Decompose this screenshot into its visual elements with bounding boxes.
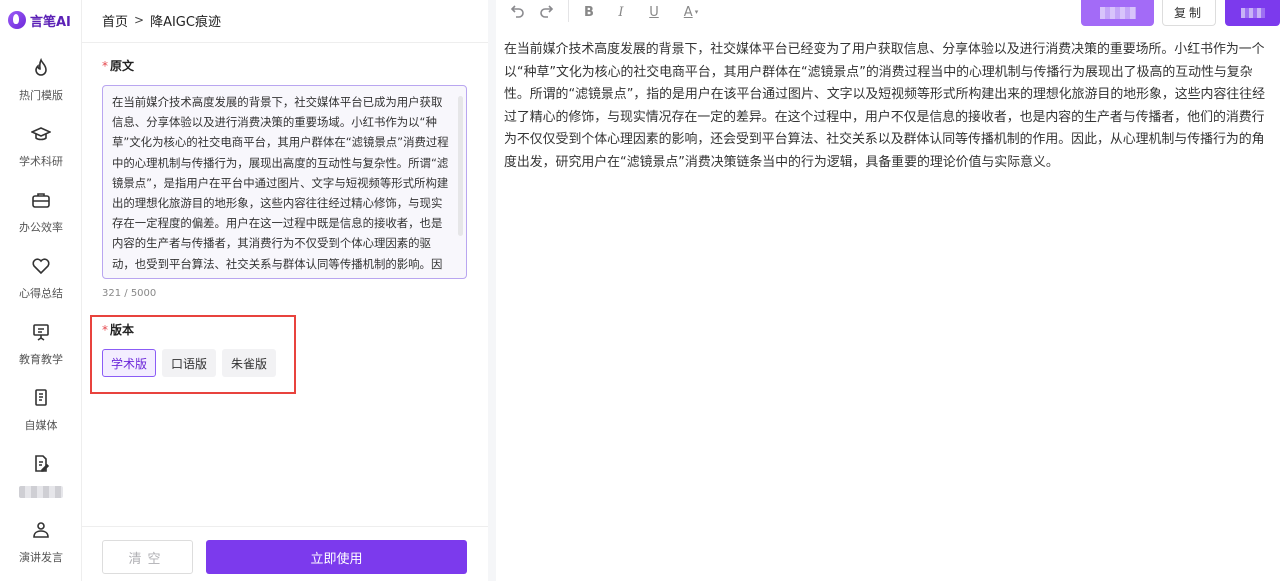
brand-logo-icon — [8, 11, 26, 29]
version-colloquial-button[interactable]: 口语版 — [162, 349, 217, 377]
divider — [82, 42, 488, 43]
underline-button[interactable]: U — [647, 2, 661, 22]
sidebar-item-speech[interactable]: 演讲发言 — [0, 520, 82, 578]
caret-down-icon: ▾ — [694, 8, 699, 16]
version-zhuque-button[interactable]: 朱雀版 — [222, 349, 277, 377]
sidebar: 言笔AI 热门模版 学术科研 办公效率 心得总结 教育教学 自媒体 演讲发言 — [0, 0, 82, 581]
source-text: 在当前媒介技术高度发展的背景下，社交媒体平台已成为用户获取信息、分享体验以及进行… — [112, 95, 449, 278]
speaker-icon — [33, 522, 49, 538]
sidebar-item-label-blurred — [19, 486, 63, 498]
sidebar-item-label: 演讲发言 — [19, 551, 63, 564]
blurred-action-button[interactable] — [1081, 0, 1154, 26]
breadcrumb-current: 降AIGC痕迹 — [150, 14, 221, 30]
sidebar-item-hot-templates[interactable]: 热门模版 — [0, 58, 82, 116]
sidebar-item-label: 学术科研 — [19, 155, 63, 168]
pen-document-icon — [35, 455, 50, 472]
flame-icon — [35, 58, 47, 76]
undo-button[interactable] — [508, 2, 526, 22]
sidebar-item-hidden[interactable] — [0, 454, 82, 512]
presentation-icon — [33, 324, 49, 341]
redo-icon — [540, 5, 554, 18]
sidebar-item-office[interactable]: 办公效率 — [0, 190, 82, 248]
blurred-primary-button[interactable] — [1225, 0, 1280, 26]
required-marker: * — [102, 58, 108, 73]
source-label-text: 原文 — [110, 59, 135, 73]
breadcrumb: 首页 > 降AIGC痕迹 — [102, 10, 221, 30]
editor-output-text[interactable]: 在当前媒介技术高度发展的背景下，社交媒体平台已经变为了用户获取信息、分享体验以及… — [504, 39, 1276, 175]
bold-button[interactable]: B — [582, 2, 596, 22]
copy-button[interactable]: 复制 — [1162, 0, 1216, 26]
sidebar-item-label: 自媒体 — [24, 419, 58, 432]
version-label: * 版本 — [102, 321, 134, 338]
editor-toolbar: B I U A ▾ 复制 — [496, 0, 1280, 26]
sidebar-item-academic[interactable]: 学术科研 — [0, 124, 82, 182]
redo-button[interactable] — [538, 2, 556, 22]
sidebar-item-label: 办公效率 — [19, 221, 63, 234]
app-root: 言笔AI 热门模版 学术科研 办公效率 心得总结 教育教学 自媒体 演讲发言 首… — [0, 0, 1280, 581]
toolbar-separator — [568, 0, 569, 22]
version-options: 学术版 口语版 朱雀版 — [102, 349, 277, 377]
input-panel: 首页 > 降AIGC痕迹 * 原文 在当前媒介技术高度发展的背景下，社交媒体平台… — [82, 0, 488, 581]
sidebar-item-label: 热门模版 — [19, 89, 63, 102]
brand-name: 言笔AI — [30, 14, 71, 30]
sidebar-item-summary[interactable]: 心得总结 — [0, 256, 82, 314]
blurred-label — [1240, 8, 1265, 18]
breadcrumb-home[interactable]: 首页 — [102, 11, 128, 30]
clear-button[interactable]: 清空 — [102, 540, 193, 574]
font-color-label: A — [683, 4, 693, 20]
briefcase-icon — [32, 193, 50, 208]
version-academic-button[interactable]: 学术版 — [102, 349, 157, 377]
italic-button[interactable]: I — [614, 2, 628, 22]
source-label: * 原文 — [102, 57, 134, 74]
blurred-label — [1099, 7, 1136, 19]
undo-icon — [510, 5, 524, 18]
char-count: 321 / 5000 — [102, 288, 157, 299]
graduation-cap-icon — [31, 127, 51, 141]
submit-button[interactable]: 立即使用 — [206, 540, 467, 574]
required-marker: * — [102, 322, 108, 337]
logo[interactable]: 言笔AI — [8, 9, 71, 31]
sidebar-item-label: 教育教学 — [19, 353, 63, 366]
output-editor: B I U A ▾ 复制 在当前媒介技术高度发展的背景下，社交媒体平台已经变为了… — [496, 0, 1280, 581]
sidebar-item-label: 心得总结 — [19, 287, 63, 300]
sidebar-item-self-media[interactable]: 自媒体 — [0, 388, 82, 446]
source-textarea[interactable]: 在当前媒介技术高度发展的背景下，社交媒体平台已成为用户获取信息、分享体验以及进行… — [102, 85, 467, 279]
breadcrumb-separator: > — [134, 13, 145, 27]
version-label-text: 版本 — [110, 323, 135, 337]
font-color-button[interactable]: A ▾ — [679, 2, 703, 22]
heart-icon — [32, 258, 50, 275]
divider — [82, 526, 488, 527]
document-icon — [35, 389, 47, 406]
sidebar-item-education[interactable]: 教育教学 — [0, 322, 82, 380]
textarea-scrollbar[interactable] — [458, 96, 463, 236]
